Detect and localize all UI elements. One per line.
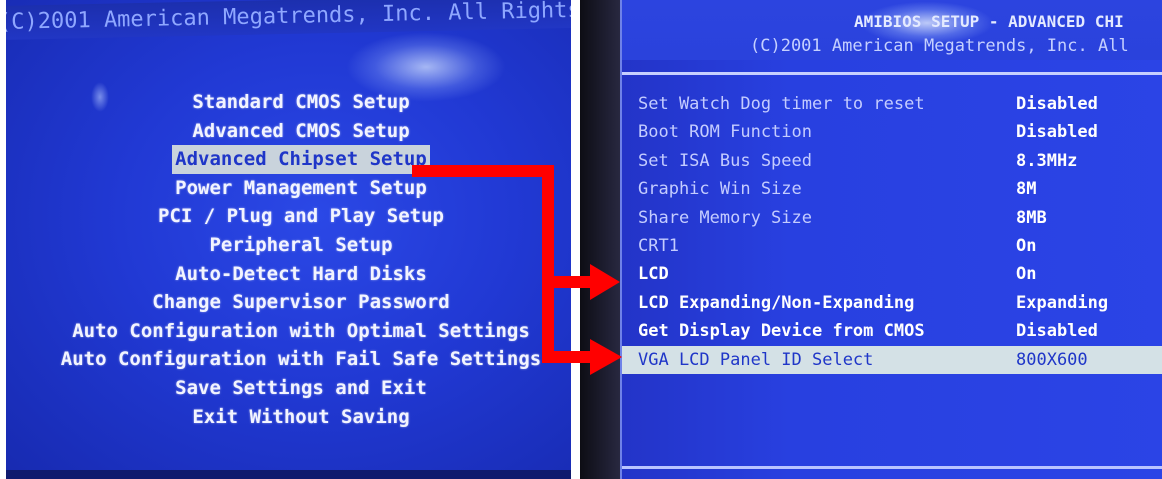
setting-value[interactable]: Disabled (1016, 118, 1098, 146)
menu-item-power-management-setup[interactable]: Power Management Setup (6, 174, 571, 203)
setting-value[interactable]: 8M (1016, 175, 1036, 203)
menu-item-peripheral-setup[interactable]: Peripheral Setup (6, 231, 571, 260)
setting-row-watch-dog[interactable]: Set Watch Dog timer to reset Disabled (622, 90, 1162, 118)
menu-item-pci-plug-and-play-setup[interactable]: PCI / Plug and Play Setup (6, 202, 571, 231)
setting-value[interactable]: On (1016, 232, 1036, 260)
setting-row-isa-bus-speed[interactable]: Set ISA Bus Speed 8.3MHz (622, 147, 1162, 175)
setup-title: AMIBIOS SETUP - ADVANCED CHI (854, 12, 1124, 31)
setting-row-share-memory-size[interactable]: Share Memory Size 8MB (622, 204, 1162, 232)
setting-value[interactable]: Expanding (1016, 289, 1108, 317)
menu-item-change-supervisor-password[interactable]: Change Supervisor Password (6, 288, 571, 317)
setting-label: LCD Expanding/Non-Expanding (638, 292, 915, 313)
setting-row-display-device-from-cmos[interactable]: Get Display Device from CMOS Disabled (622, 317, 1162, 345)
footer-divider (622, 466, 1162, 469)
setting-label: Graphic Win Size (638, 179, 802, 200)
setting-label: CRT1 (638, 235, 679, 256)
main-menu-screen: (C)2001 American Megatrends, Inc. All Ri… (6, 0, 571, 479)
setting-row-vga-lcd-panel-id[interactable]: VGA LCD Panel ID Select 800X600 (622, 345, 1162, 374)
setting-label: VGA LCD Panel ID Select (638, 349, 874, 370)
setting-row-lcd-expanding[interactable]: LCD Expanding/Non-Expanding Expanding (622, 289, 1162, 317)
setting-label: Get Display Device from CMOS (638, 321, 925, 342)
setting-value[interactable]: 800X600 (1016, 346, 1088, 374)
copyright-text: (C)2001 American Megatrends, Inc. All (750, 36, 1129, 56)
menu-item-advanced-cmos-setup[interactable]: Advanced CMOS Setup (6, 117, 571, 146)
setting-value[interactable]: Disabled (1016, 90, 1098, 118)
setup-header: AMIBIOS SETUP - ADVANCED CHI (C)2001 Ame… (622, 0, 1162, 60)
menu-item-auto-config-optimal[interactable]: Auto Configuration with Optimal Settings (6, 317, 571, 346)
setting-label: Share Memory Size (638, 207, 812, 228)
setting-value[interactable]: On (1016, 260, 1036, 288)
setting-label: LCD (638, 264, 669, 285)
bios-main-menu: Standard CMOS Setup Advanced CMOS Setup … (6, 88, 571, 431)
menu-item-standard-cmos-setup[interactable]: Standard CMOS Setup (6, 88, 571, 117)
menu-item-auto-config-fail-safe[interactable]: Auto Configuration with Fail Safe Settin… (6, 345, 571, 374)
header-divider (622, 72, 1162, 75)
screen-bezel (6, 470, 571, 479)
menu-item-auto-detect-hard-disks[interactable]: Auto-Detect Hard Disks (6, 260, 571, 289)
advanced-chipset-screen: AMIBIOS SETUP - ADVANCED CHI (C)2001 Ame… (580, 0, 1162, 479)
setting-label: Set Watch Dog timer to reset (638, 94, 925, 114)
setting-row-crt1[interactable]: CRT1 On (622, 232, 1162, 260)
setting-row-lcd[interactable]: LCD On (622, 260, 1162, 288)
setting-value[interactable]: 8.3MHz (1016, 147, 1077, 175)
chipset-settings-list: Set Watch Dog timer to reset Disabled Boo… (622, 90, 1162, 374)
setting-row-graphic-win-size[interactable]: Graphic Win Size 8M (622, 175, 1162, 203)
setting-value[interactable]: Disabled (1016, 317, 1098, 345)
bios-setup-window: AMIBIOS SETUP - ADVANCED CHI (C)2001 Ame… (620, 0, 1162, 479)
setting-label: Set ISA Bus Speed (638, 150, 812, 171)
monitor-bezel (580, 0, 625, 479)
menu-item-exit-without-saving[interactable]: Exit Without Saving (6, 403, 571, 432)
setting-value[interactable]: 8MB (1016, 204, 1047, 232)
setting-row-boot-rom[interactable]: Boot ROM Function Disabled (622, 118, 1162, 146)
menu-item-advanced-chipset-setup[interactable]: Advanced Chipset Setup (6, 145, 571, 174)
menu-item-save-settings-and-exit[interactable]: Save Settings and Exit (6, 374, 571, 403)
setting-label: Boot ROM Function (638, 122, 812, 143)
